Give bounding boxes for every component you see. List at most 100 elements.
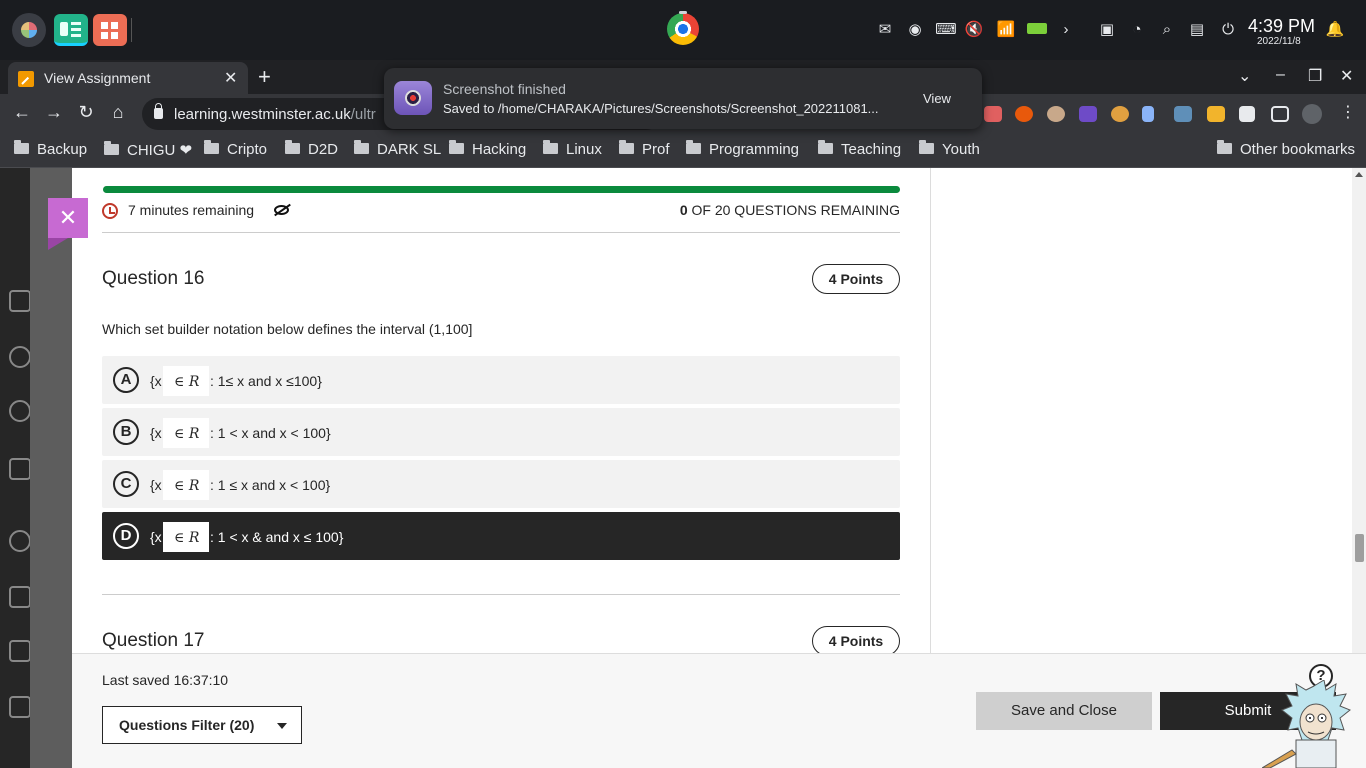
- clock-date[interactable]: 2022/11/8: [1257, 36, 1301, 47]
- back-arrow-icon[interactable]: ←: [10, 102, 34, 123]
- other-bookmarks-label: Other bookmarks: [1240, 141, 1356, 158]
- option-letter: A: [113, 367, 139, 393]
- side-panel-icon[interactable]: [1271, 106, 1289, 122]
- bookmark-label: Hacking: [472, 141, 527, 158]
- chrome-tray-icon[interactable]: ◉: [905, 20, 925, 40]
- bookmark-folder[interactable]: Prof: [619, 140, 670, 158]
- app-grid-icon[interactable]: [93, 14, 127, 46]
- browser-menu-icon[interactable]: ⋮: [1340, 102, 1358, 121]
- hide-timer-eye-icon[interactable]: [274, 205, 289, 215]
- notification-bell-icon[interactable]: 🔔: [1325, 20, 1345, 40]
- folder-icon: [449, 140, 464, 154]
- scrollbar-thumb[interactable]: [1355, 534, 1364, 562]
- globe-icon: [9, 400, 31, 422]
- bookmark-folder[interactable]: CHIGU ❤: [104, 141, 192, 159]
- clock-time[interactable]: 4:39 PM: [1248, 16, 1315, 37]
- reload-icon[interactable]: ↻: [74, 102, 98, 123]
- new-tab-button[interactable]: +: [258, 64, 271, 90]
- folder-icon: [543, 140, 558, 154]
- math-var: R: [188, 374, 200, 390]
- save-and-close-button[interactable]: Save and Close: [976, 692, 1152, 730]
- bookmark-label: DARK SL: [377, 141, 442, 158]
- volume-muted-icon[interactable]: 🔇: [964, 20, 984, 40]
- scrollbar[interactable]: [1352, 168, 1366, 653]
- progress-bar: [103, 186, 900, 193]
- display-icon[interactable]: ▤: [1186, 20, 1208, 40]
- bookmarks-bar: Backup CHIGU ❤ Cripto D2D DARK SL Hackin…: [0, 134, 1366, 168]
- folder-icon: [1217, 140, 1232, 154]
- tab-close-icon[interactable]: ✕: [224, 68, 237, 88]
- close-window-icon[interactable]: ✕: [1340, 66, 1353, 86]
- points-badge: 4 Points: [812, 626, 900, 656]
- battery-icon[interactable]: [1025, 20, 1049, 40]
- bookmark-folder[interactable]: Teaching: [818, 140, 902, 158]
- answer-option-c[interactable]: C {x ∈ R : 1 ≤ x and x < 100}: [102, 460, 900, 508]
- bookmark-folder[interactable]: D2D: [285, 140, 338, 158]
- extensions-puzzle-icon[interactable]: [1239, 106, 1255, 122]
- tab-title: View Assignment: [44, 70, 151, 86]
- url-text[interactable]: learning.westminster.ac.uk/ultr: [174, 106, 376, 123]
- grades-icon: [9, 696, 31, 718]
- folder-icon: [919, 140, 934, 154]
- extension-pen-icon[interactable]: [1142, 106, 1154, 122]
- profile-icon: [9, 346, 31, 368]
- answer-option-d[interactable]: D {x ∈ R : 1 < x & and x ≤ 100}: [102, 512, 900, 560]
- bookmark-folder[interactable]: Backup: [14, 140, 87, 158]
- extension-mushroom-icon[interactable]: [1111, 106, 1129, 122]
- option-text: : 1 ≤ x and x < 100}: [210, 477, 331, 493]
- screenshot-notification[interactable]: Screenshot finished Saved to /home/CHARA…: [384, 68, 982, 129]
- bookmark-label: Programming: [709, 141, 800, 158]
- scroll-up-arrow-icon[interactable]: [1355, 172, 1363, 177]
- answer-option-b[interactable]: B {x ∈ R : 1 < x and x < 100}: [102, 408, 900, 456]
- forward-arrow-icon[interactable]: →: [42, 102, 66, 123]
- power-icon[interactable]: ⏻: [1217, 20, 1239, 40]
- minimize-icon[interactable]: –: [1276, 66, 1285, 84]
- notification-view-button[interactable]: View: [923, 91, 951, 106]
- wifi-icon[interactable]: 📶: [995, 20, 1017, 40]
- search-icon[interactable]: ⌕: [1157, 20, 1177, 40]
- notification-title: Screenshot finished: [443, 81, 566, 97]
- home-icon[interactable]: ⌂: [106, 102, 130, 123]
- extension-blocks-icon[interactable]: [1207, 106, 1225, 122]
- assignment-favicon-icon: [18, 71, 34, 87]
- extension-off-icon[interactable]: [1174, 106, 1192, 122]
- extension-fox-icon[interactable]: [1015, 106, 1033, 122]
- lock-icon[interactable]: [154, 103, 163, 119]
- answer-option-a[interactable]: A {x ∈ R : 1≤ x and x ≤100}: [102, 356, 900, 404]
- bookmark-folder[interactable]: Programming: [686, 140, 800, 158]
- extension-owl-icon[interactable]: [1047, 106, 1065, 122]
- activity-monitor-icon[interactable]: ◔: [1126, 20, 1148, 40]
- chrome-icon[interactable]: [667, 11, 699, 45]
- extension-arrow-icon[interactable]: [984, 106, 1002, 122]
- app-launcher-icon[interactable]: [12, 13, 46, 47]
- screenshot-icon[interactable]: ▣: [1096, 20, 1118, 40]
- bookmark-label: Teaching: [841, 141, 902, 158]
- chevron-right-icon[interactable]: ›: [1058, 20, 1074, 40]
- bookmark-folder[interactable]: Cripto: [204, 140, 267, 158]
- questions-filter-dropdown[interactable]: Questions Filter (20): [102, 706, 302, 744]
- extension-cube-icon[interactable]: [1079, 106, 1097, 122]
- option-letter: B: [113, 419, 139, 445]
- close-assessment-button[interactable]: ✕: [48, 198, 88, 250]
- math-symbol: ∈: [174, 426, 185, 442]
- files-app-icon[interactable]: [54, 14, 88, 46]
- math-element-of-reals: ∈ R: [163, 366, 209, 396]
- url-host: learning.westminster.ac.uk: [174, 106, 351, 123]
- institution-icon: [9, 290, 31, 312]
- bookmark-folder[interactable]: Linux: [543, 140, 602, 158]
- timer-text: 7 minutes remaining: [128, 202, 255, 218]
- screenshot-camera-icon: [394, 81, 432, 115]
- tab-view-assignment[interactable]: View Assignment ✕: [8, 62, 248, 94]
- bookmark-folder[interactable]: DARK SL: [354, 140, 442, 158]
- tab-search-chevron-icon[interactable]: ⌄: [1238, 66, 1251, 86]
- profile-avatar[interactable]: [1302, 104, 1322, 124]
- bookmark-folder[interactable]: Youth: [919, 140, 980, 158]
- mail-icon[interactable]: ✉: [876, 20, 894, 40]
- math-element-of-reals: ∈ R: [163, 470, 209, 500]
- panel-divider: [930, 168, 931, 653]
- keyboard-icon[interactable]: ⌨: [935, 20, 957, 40]
- restore-icon[interactable]: ❐: [1308, 66, 1322, 86]
- bookmark-folder[interactable]: Hacking: [449, 140, 527, 158]
- last-saved-status: Last saved 16:37:10: [102, 672, 229, 688]
- other-bookmarks-folder[interactable]: Other bookmarks: [1217, 140, 1356, 158]
